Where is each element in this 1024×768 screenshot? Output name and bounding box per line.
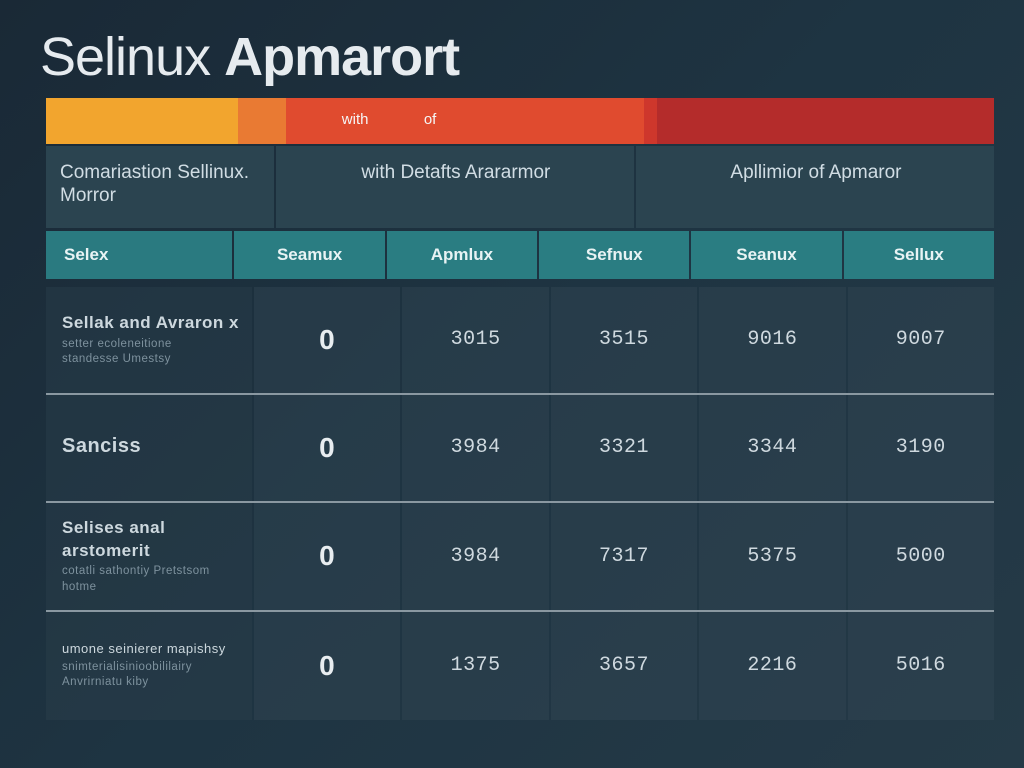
stripe-label-with: with [286, 111, 423, 128]
col-header-2: Apmlux [387, 231, 537, 279]
cell: 2216 [699, 612, 845, 720]
table-body: Sellak and Avraron x setter ecoleneition… [46, 287, 994, 720]
row-label: Sellak and Avraron x setter ecoleneition… [46, 287, 252, 393]
cell: 3344 [699, 395, 845, 501]
col-header-3: Sefnux [539, 231, 689, 279]
cell: 3515 [551, 287, 697, 393]
col-header-4: Seanux [691, 231, 841, 279]
title-part-2: Apmarort [224, 27, 459, 87]
stripe-label-of: of [424, 111, 644, 128]
cell: 3984 [402, 395, 548, 501]
stripe-labels: with of [46, 96, 994, 142]
cell: 1375 [402, 612, 548, 720]
cell: 9016 [699, 287, 845, 393]
cell: 0 [254, 287, 400, 393]
col-header-1: Seamux [234, 231, 384, 279]
column-header-row: Selex Seamux Apmlux Sefnux Seanux Sellux [46, 231, 994, 279]
col-header-5: Sellux [844, 231, 994, 279]
cell: 3190 [848, 395, 994, 501]
group-header-row: Comariastion Sellinux. Morror with Detaf… [46, 146, 994, 228]
cell: 5375 [699, 503, 845, 610]
table-row: Selises anal arstomerit cotatli sathonti… [46, 503, 994, 612]
cell: 7317 [551, 503, 697, 610]
table-row: umone seinierer mapishsy snimterialisini… [46, 612, 994, 720]
cell: 5000 [848, 503, 994, 610]
group-header-2: with Detafts Arararmor [276, 146, 634, 228]
page-title: Selinux Apmarort [40, 26, 994, 88]
table-row: Sanciss 0 3984 3321 3344 3190 [46, 395, 994, 503]
title-part-1: Selinux [40, 27, 210, 87]
table-row: Sellak and Avraron x setter ecoleneition… [46, 287, 994, 395]
cell: 3321 [551, 395, 697, 501]
group-header-3: Apllimior of Apmaror [636, 146, 994, 228]
cell: 3015 [402, 287, 548, 393]
cell: 3984 [402, 503, 548, 610]
row-label: Selises anal arstomerit cotatli sathonti… [46, 503, 252, 610]
cell: 3657 [551, 612, 697, 720]
cell: 0 [254, 395, 400, 501]
cell: 0 [254, 503, 400, 610]
col-header-label: Selex [46, 231, 232, 279]
group-header-1: Comariastion Sellinux. Morror [46, 146, 274, 228]
cell: 9007 [848, 287, 994, 393]
row-label: Sanciss [46, 395, 252, 501]
cell: 0 [254, 612, 400, 720]
cell: 5016 [848, 612, 994, 720]
row-label: umone seinierer mapishsy snimterialisini… [46, 612, 252, 720]
